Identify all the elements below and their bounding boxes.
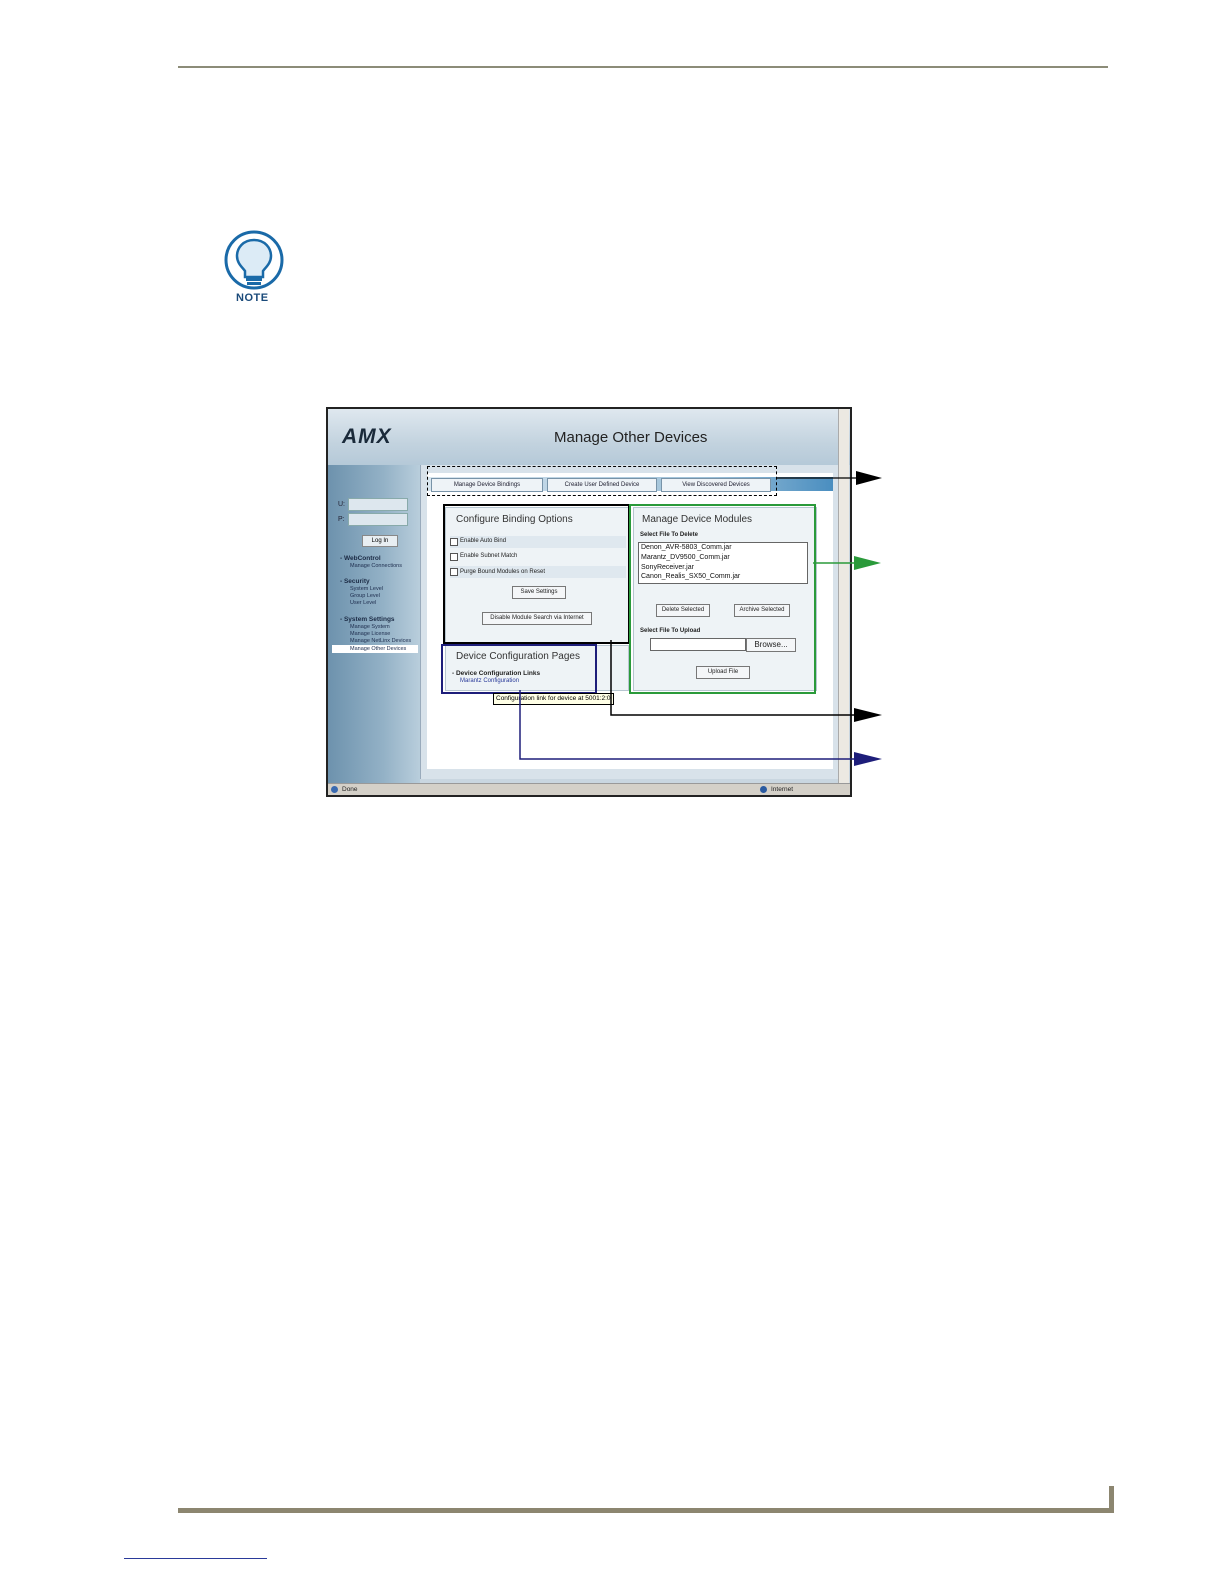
arrow-tabs: [776, 471, 882, 485]
arrow-config: [519, 690, 882, 766]
arrow-binding: [610, 640, 882, 722]
arrow-modules: [813, 556, 881, 570]
callout-arrows: [519, 471, 882, 766]
